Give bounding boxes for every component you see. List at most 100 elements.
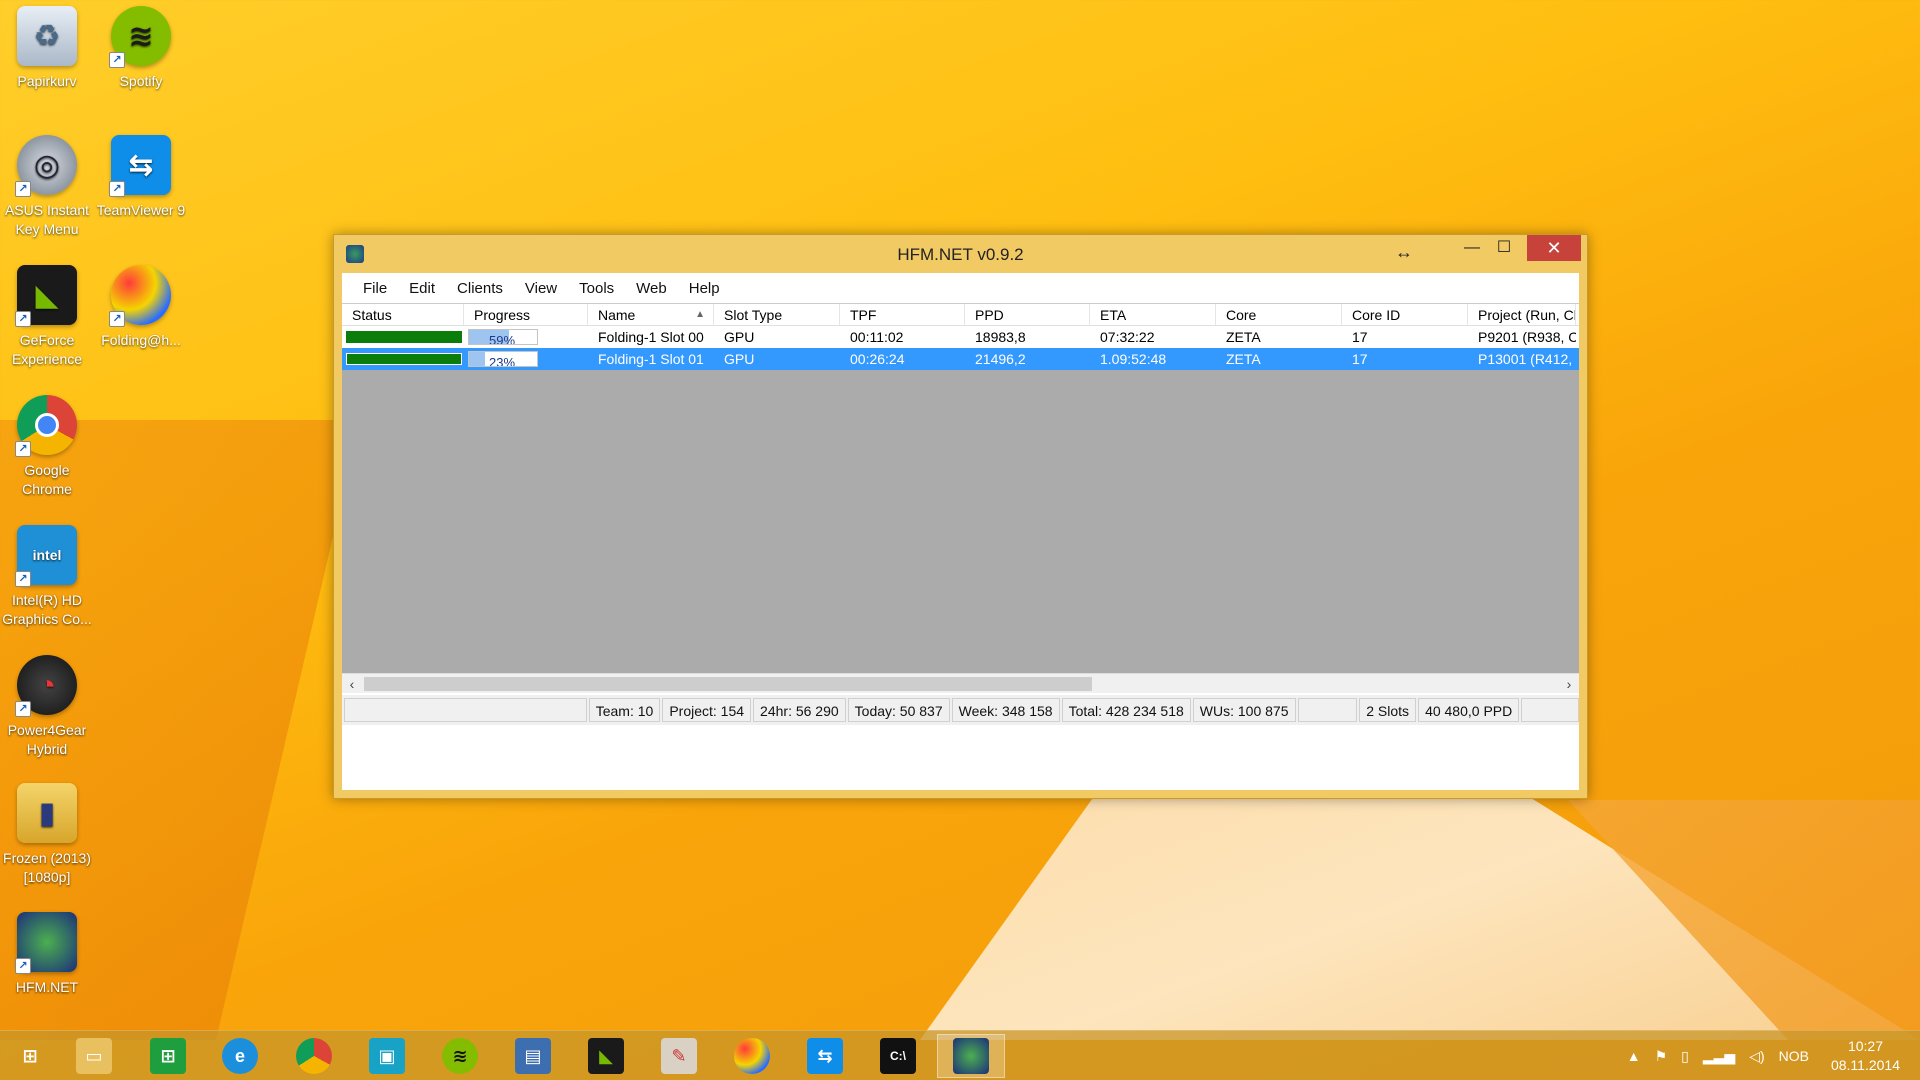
- power4gear-icon: ◔ ↗: [15, 655, 77, 717]
- table-row-selected[interactable]: 23% Folding-1 Slot 01 GPU 00:26:24 21496…: [342, 348, 1579, 370]
- column-header-project[interactable]: Project (Run, Cl...: [1468, 304, 1576, 325]
- status-bar: Team: 10 Project: 154 24hr: 56 290 Today…: [342, 695, 1579, 725]
- taskbar-paint[interactable]: ✎: [645, 1034, 713, 1078]
- taskbar-hfm[interactable]: [937, 1034, 1005, 1078]
- menu-bar: File Edit Clients View Tools Web Help: [342, 273, 1579, 303]
- core-cell: ZETA: [1226, 329, 1261, 345]
- status-panel-empty: [1521, 698, 1579, 722]
- desktop-icon-power4gear[interactable]: ◔ ↗ Power4Gear Hybrid: [1, 655, 93, 759]
- slots-grid[interactable]: Status Progress Name ▲ Slot Type TPF PPD …: [342, 303, 1579, 673]
- taskbar-chrome[interactable]: [280, 1034, 348, 1078]
- status-project: Project: 154: [662, 698, 752, 722]
- progress-cell: 59%: [464, 326, 588, 348]
- desktop-icon-label: Intel(R) HD Graphics Co...: [2, 592, 92, 627]
- taskbar-internet-explorer[interactable]: e: [206, 1034, 274, 1078]
- desktop-icon-label: Folding@h...: [101, 332, 181, 348]
- core-id-cell: 17: [1352, 329, 1368, 345]
- menu-tools[interactable]: Tools: [568, 280, 625, 297]
- eta-cell: 1.09:52:48: [1100, 351, 1167, 367]
- desktop-icon-asus[interactable]: ◎ ↗ ASUS Instant Key Menu: [1, 135, 93, 239]
- name-cell: Folding-1 Slot 01: [598, 351, 704, 367]
- ppd-cell: 18983,8: [975, 329, 1026, 345]
- sort-ascending-icon: ▲: [695, 309, 705, 320]
- resize-icon[interactable]: ↔: [1387, 239, 1421, 265]
- menu-view[interactable]: View: [514, 280, 568, 297]
- column-header-slot-type[interactable]: Slot Type: [714, 304, 840, 325]
- volume-icon[interactable]: ◁): [1749, 1048, 1764, 1065]
- language-indicator[interactable]: NOB: [1779, 1048, 1809, 1064]
- paint-icon: ✎: [661, 1038, 697, 1074]
- name-cell: Folding-1 Slot 00: [598, 329, 704, 345]
- hfm-icon: [953, 1038, 989, 1074]
- show-hidden-icons-icon[interactable]: ▲: [1627, 1048, 1641, 1064]
- network-signal-icon[interactable]: ▂▃▅: [1703, 1048, 1735, 1065]
- taskbar-file-explorer[interactable]: ▭: [60, 1034, 128, 1078]
- column-header-ppd[interactable]: PPD: [965, 304, 1090, 325]
- teamviewer-icon: ⇆: [807, 1038, 843, 1074]
- column-header-status[interactable]: Status: [342, 304, 464, 325]
- menu-edit[interactable]: Edit: [398, 280, 446, 297]
- desktop-icon-label: ASUS Instant Key Menu: [4, 202, 90, 237]
- taskbar-store[interactable]: ⊞: [134, 1034, 202, 1078]
- column-header-core-id[interactable]: Core ID: [1342, 304, 1468, 325]
- window-titlebar[interactable]: HFM.NET v0.9.2 ↔ — ☐ ✕: [334, 235, 1587, 273]
- desktop-icon-label: Google Chrome: [22, 462, 72, 497]
- desktop-icon-geforce[interactable]: ◣ ↗ GeForce Experience: [1, 265, 93, 369]
- taskbar-photos[interactable]: ▣: [353, 1034, 421, 1078]
- eta-cell: 07:32:22: [1100, 329, 1155, 345]
- desktop-icon-spotify[interactable]: ≋ ↗ Spotify: [95, 6, 187, 91]
- maximize-button[interactable]: ☐: [1487, 235, 1521, 261]
- taskbar-teamviewer[interactable]: ⇆: [791, 1034, 859, 1078]
- taskbar-image-viewer[interactable]: ▤: [499, 1034, 567, 1078]
- taskbar: ⊞ ▭ ⊞ e ▣ ≋ ▤ ◣ ✎ ⇆ C:\ ▲ ⚑ ▯ ▂▃▅ ◁) NOB…: [0, 1030, 1920, 1080]
- hfm-icon: ↗: [15, 912, 77, 974]
- column-header-name[interactable]: Name ▲: [588, 304, 714, 325]
- status-today: Today: 50 837: [847, 698, 950, 722]
- start-button[interactable]: ⊞: [0, 1034, 60, 1078]
- asus-icon: ◎ ↗: [15, 135, 77, 197]
- desktop-icon-recycle-bin[interactable]: ♻ Papirkurv: [1, 6, 93, 91]
- core-cell: ZETA: [1226, 351, 1261, 367]
- column-header-tpf[interactable]: TPF: [840, 304, 965, 325]
- menu-file[interactable]: File: [352, 280, 398, 297]
- desktop-icon-teamviewer[interactable]: ⇆ ↗ TeamViewer 9: [95, 135, 187, 220]
- action-center-flag-icon[interactable]: ⚑: [1655, 1048, 1668, 1065]
- menu-clients[interactable]: Clients: [446, 280, 514, 297]
- progress-bar: 23%: [468, 351, 538, 367]
- slot-type-cell: GPU: [724, 329, 755, 345]
- taskbar-spotify[interactable]: ≋: [426, 1034, 494, 1078]
- horizontal-scrollbar[interactable]: ‹ ›: [342, 673, 1579, 693]
- progress-text: 23%: [489, 355, 516, 367]
- menu-help[interactable]: Help: [678, 280, 731, 297]
- close-button[interactable]: ✕: [1527, 235, 1581, 261]
- desktop-icon-label: TeamViewer 9: [96, 202, 186, 218]
- status-indicator: [346, 331, 462, 343]
- desktop-icon-intel[interactable]: intel ↗ Intel(R) HD Graphics Co...: [1, 525, 93, 629]
- taskbar-folding[interactable]: [718, 1034, 786, 1078]
- column-header-progress[interactable]: Progress: [464, 304, 588, 325]
- clock[interactable]: 10:27 08.11.2014: [1831, 1037, 1900, 1075]
- taskbar-geforce[interactable]: ◣: [572, 1034, 640, 1078]
- column-header-core[interactable]: Core: [1216, 304, 1342, 325]
- taskbar-cmd[interactable]: C:\: [864, 1034, 932, 1078]
- desktop-icon-folding[interactable]: ↗ Folding@h...: [95, 265, 187, 350]
- store-icon: ⊞: [150, 1038, 186, 1074]
- desktop-icon-hfm[interactable]: ↗ HFM.NET: [1, 912, 93, 997]
- minimize-button[interactable]: —: [1455, 235, 1489, 261]
- scroll-left-icon[interactable]: ‹: [342, 674, 362, 694]
- window-client-area: File Edit Clients View Tools Web Help St…: [342, 273, 1579, 790]
- table-row[interactable]: 59% Folding-1 Slot 00 GPU 00:11:02 18983…: [342, 326, 1579, 348]
- teamviewer-icon: ⇆ ↗: [109, 135, 171, 197]
- column-header-eta[interactable]: ETA: [1090, 304, 1216, 325]
- tpf-cell: 00:26:24: [850, 351, 905, 367]
- desktop-icon-chrome[interactable]: ↗ Google Chrome: [1, 395, 93, 499]
- menu-web[interactable]: Web: [625, 280, 678, 297]
- desktop-icon-frozen-folder[interactable]: ▮ Frozen (2013) [1080p]: [1, 783, 93, 887]
- scrollbar-thumb[interactable]: [364, 677, 1092, 691]
- battery-icon[interactable]: ▯: [1681, 1048, 1689, 1065]
- status-cell: [342, 348, 464, 370]
- geforce-icon: ◣: [588, 1038, 624, 1074]
- status-slots: 2 Slots: [1359, 698, 1417, 722]
- scroll-right-icon[interactable]: ›: [1559, 674, 1579, 694]
- project-cell: P9201 (R938, C4: [1478, 329, 1576, 345]
